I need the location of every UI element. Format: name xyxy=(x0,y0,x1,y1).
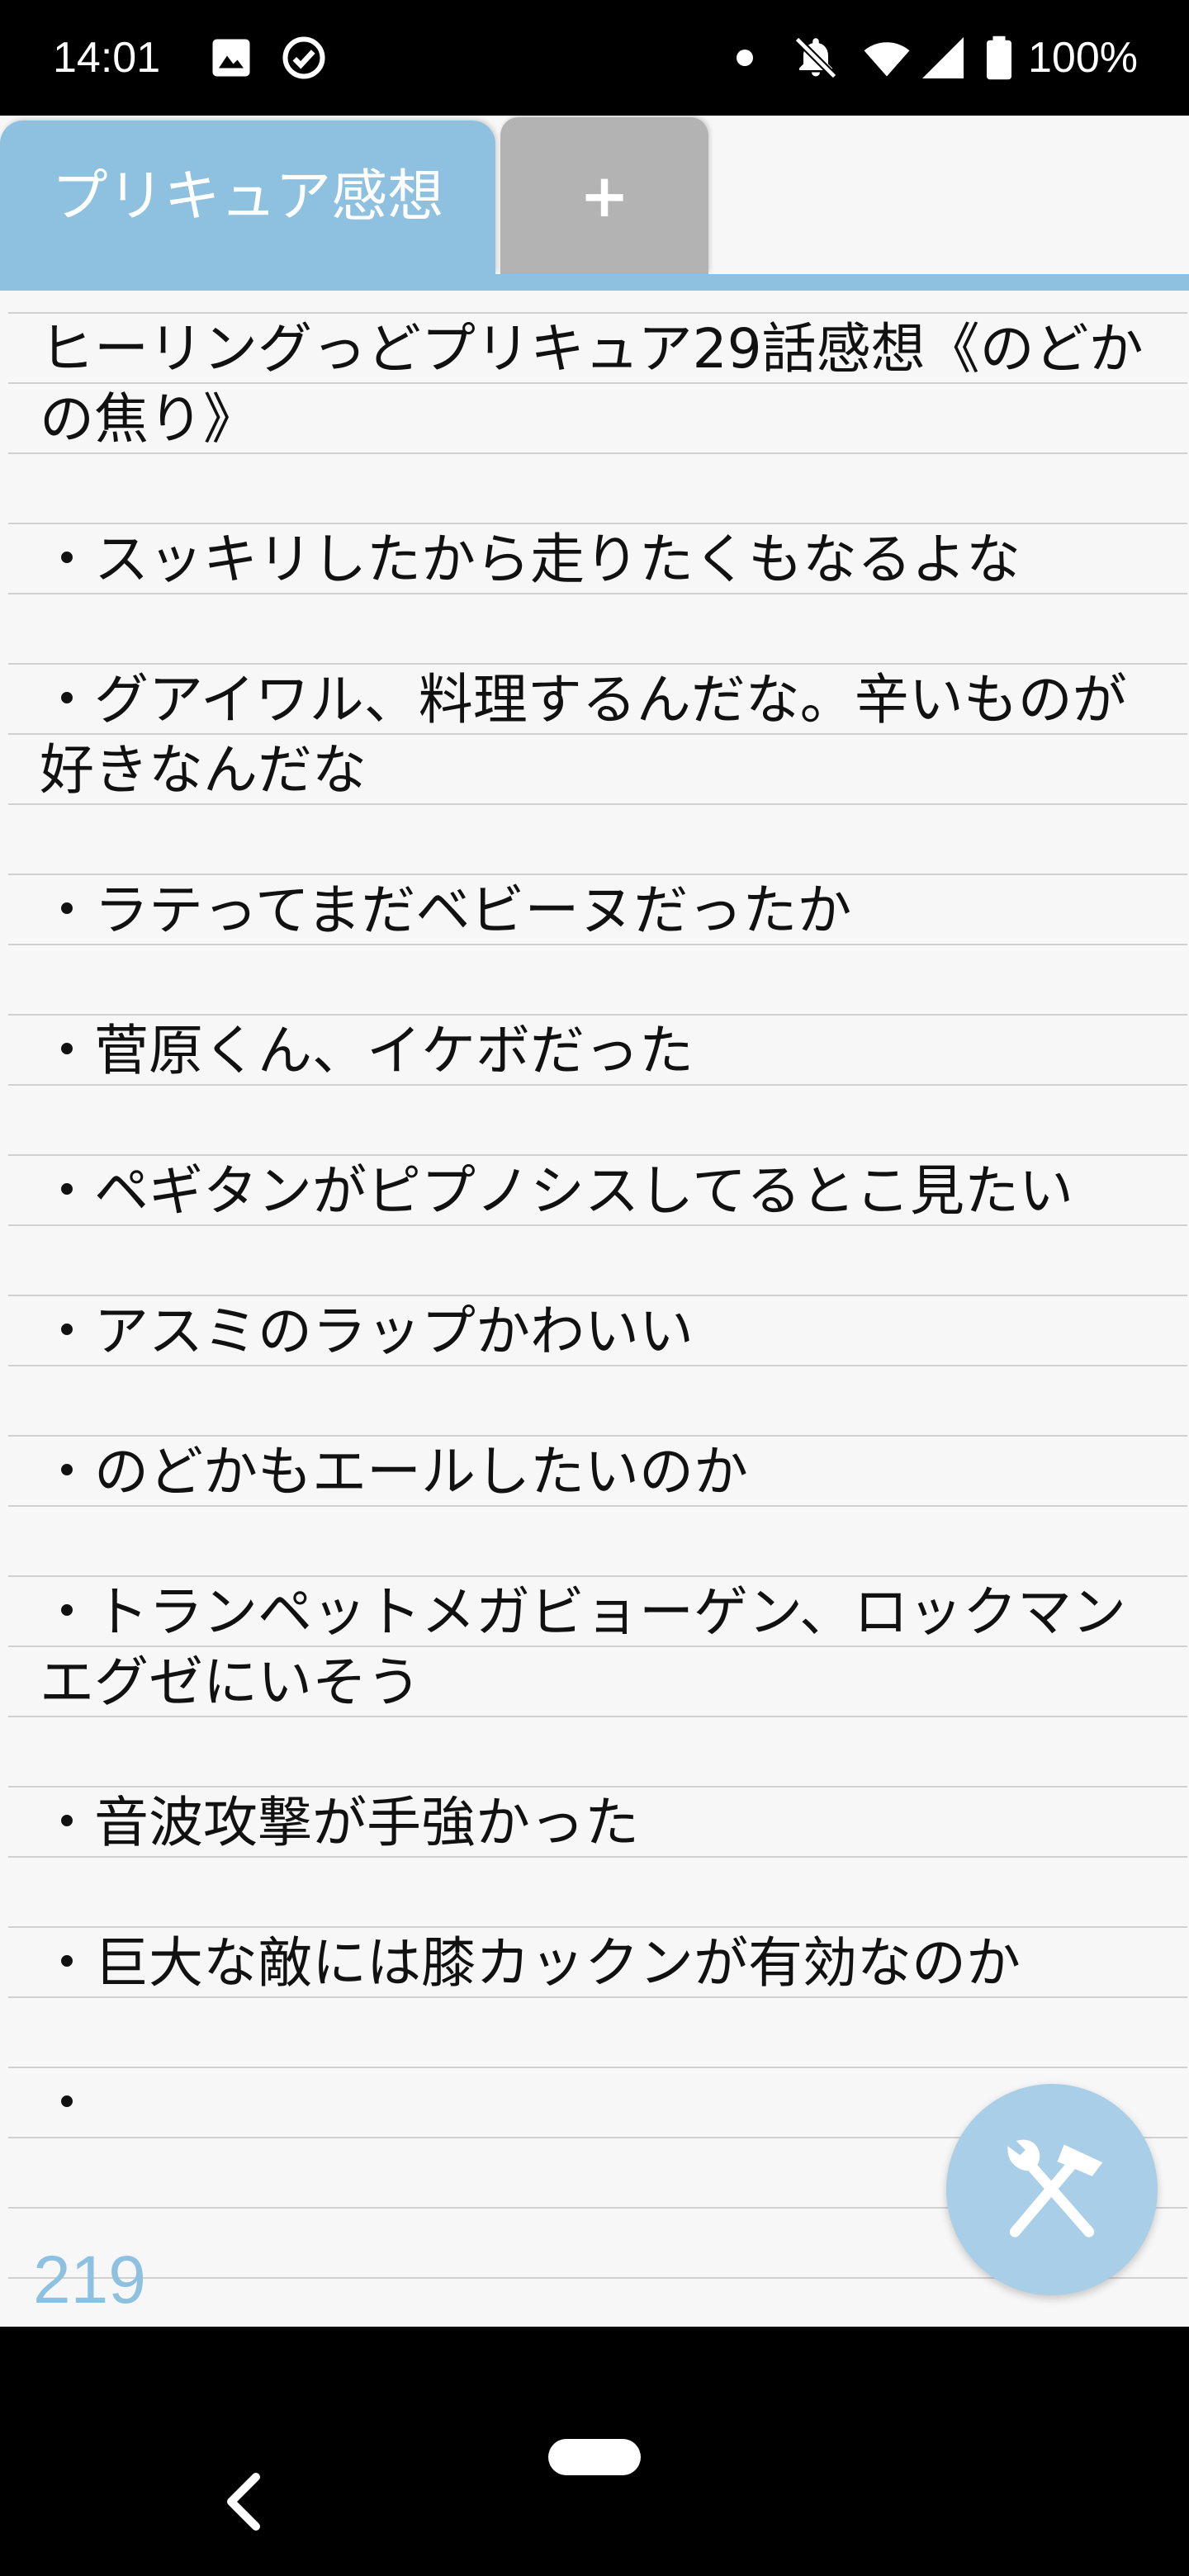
editor-line: ​ xyxy=(40,1226,1146,1296)
wifi-icon xyxy=(864,42,910,77)
editor-line: ​ xyxy=(40,1858,1146,1928)
navigation-bar xyxy=(0,2327,1189,2576)
editor-line: ・音波攻撃が手強かった xyxy=(40,1791,639,1854)
editor-line: ヒーリングっどプリキュア29話感想《のどかの焦り》 xyxy=(40,317,1144,451)
status-bar: 14:01 100% xyxy=(0,0,1189,116)
tab-indicator xyxy=(0,274,1189,291)
editor-content[interactable]: ヒーリングっどプリキュア29話感想《のどかの焦り》​・スッキリしたから走りたくも… xyxy=(40,314,1146,2138)
dot-icon xyxy=(737,50,753,66)
battery-icon xyxy=(987,36,1011,80)
tab-bar: プリキュア感想 + xyxy=(0,116,1189,274)
editor-line: ・巨大な敵には膝カックンが有効なのか xyxy=(40,1931,1021,1995)
editor-line: ​ xyxy=(40,805,1146,875)
editor-line: ​ xyxy=(40,1086,1146,1156)
editor-line: ・のどかもエールしたいのか xyxy=(40,1440,748,1503)
editor-line: ・ペギタンがピプノシスしてるとこ見たい xyxy=(40,1159,1074,1223)
back-chevron-icon[interactable] xyxy=(223,2469,264,2535)
text-editor[interactable]: ヒーリングっどプリキュア29話感想《のどかの焦り》​・スッキリしたから走りたくも… xyxy=(0,291,1189,2327)
signal-icon xyxy=(922,37,964,78)
editor-line: ​ xyxy=(40,454,1146,524)
editor-line: ​ xyxy=(40,1507,1146,1577)
editor-line: ​ xyxy=(40,1366,1146,1437)
editor-line: ・グアイワル、料理するんだな。辛いものが好きなんだな xyxy=(40,668,1127,802)
editor-line: ​ xyxy=(40,1998,1146,2068)
battery-percentage: 100% xyxy=(1028,34,1138,82)
tab-precure-notes[interactable]: プリキュア感想 xyxy=(0,121,495,274)
tools-icon xyxy=(1007,2139,1103,2237)
status-time: 14:01 xyxy=(53,34,161,82)
editor-line: ​ xyxy=(40,594,1146,665)
editor-line: ・菅原くん、イケボだった xyxy=(40,1019,694,1082)
image-icon xyxy=(212,39,250,77)
character-count: 219 xyxy=(33,2242,146,2318)
editor-line: ・トランペットメガビョーゲン、ロックマンエグゼにいそう xyxy=(40,1580,1127,1714)
editor-line: ・ラテってまだベビーヌだったか xyxy=(40,878,852,942)
notifications-off-icon xyxy=(794,36,837,79)
editor-line: ・スッキリしたから走りたくもなるよな xyxy=(40,528,1021,591)
editor-line: ​ xyxy=(40,1717,1146,1788)
home-pill[interactable] xyxy=(548,2439,641,2475)
check-circle-icon xyxy=(282,36,325,79)
editor-line: ・アスミのラップかわいい xyxy=(40,1300,694,1363)
tools-button[interactable] xyxy=(946,2084,1158,2295)
editor-line: ​ xyxy=(40,945,1146,1016)
add-tab-button[interactable]: + xyxy=(500,117,708,274)
